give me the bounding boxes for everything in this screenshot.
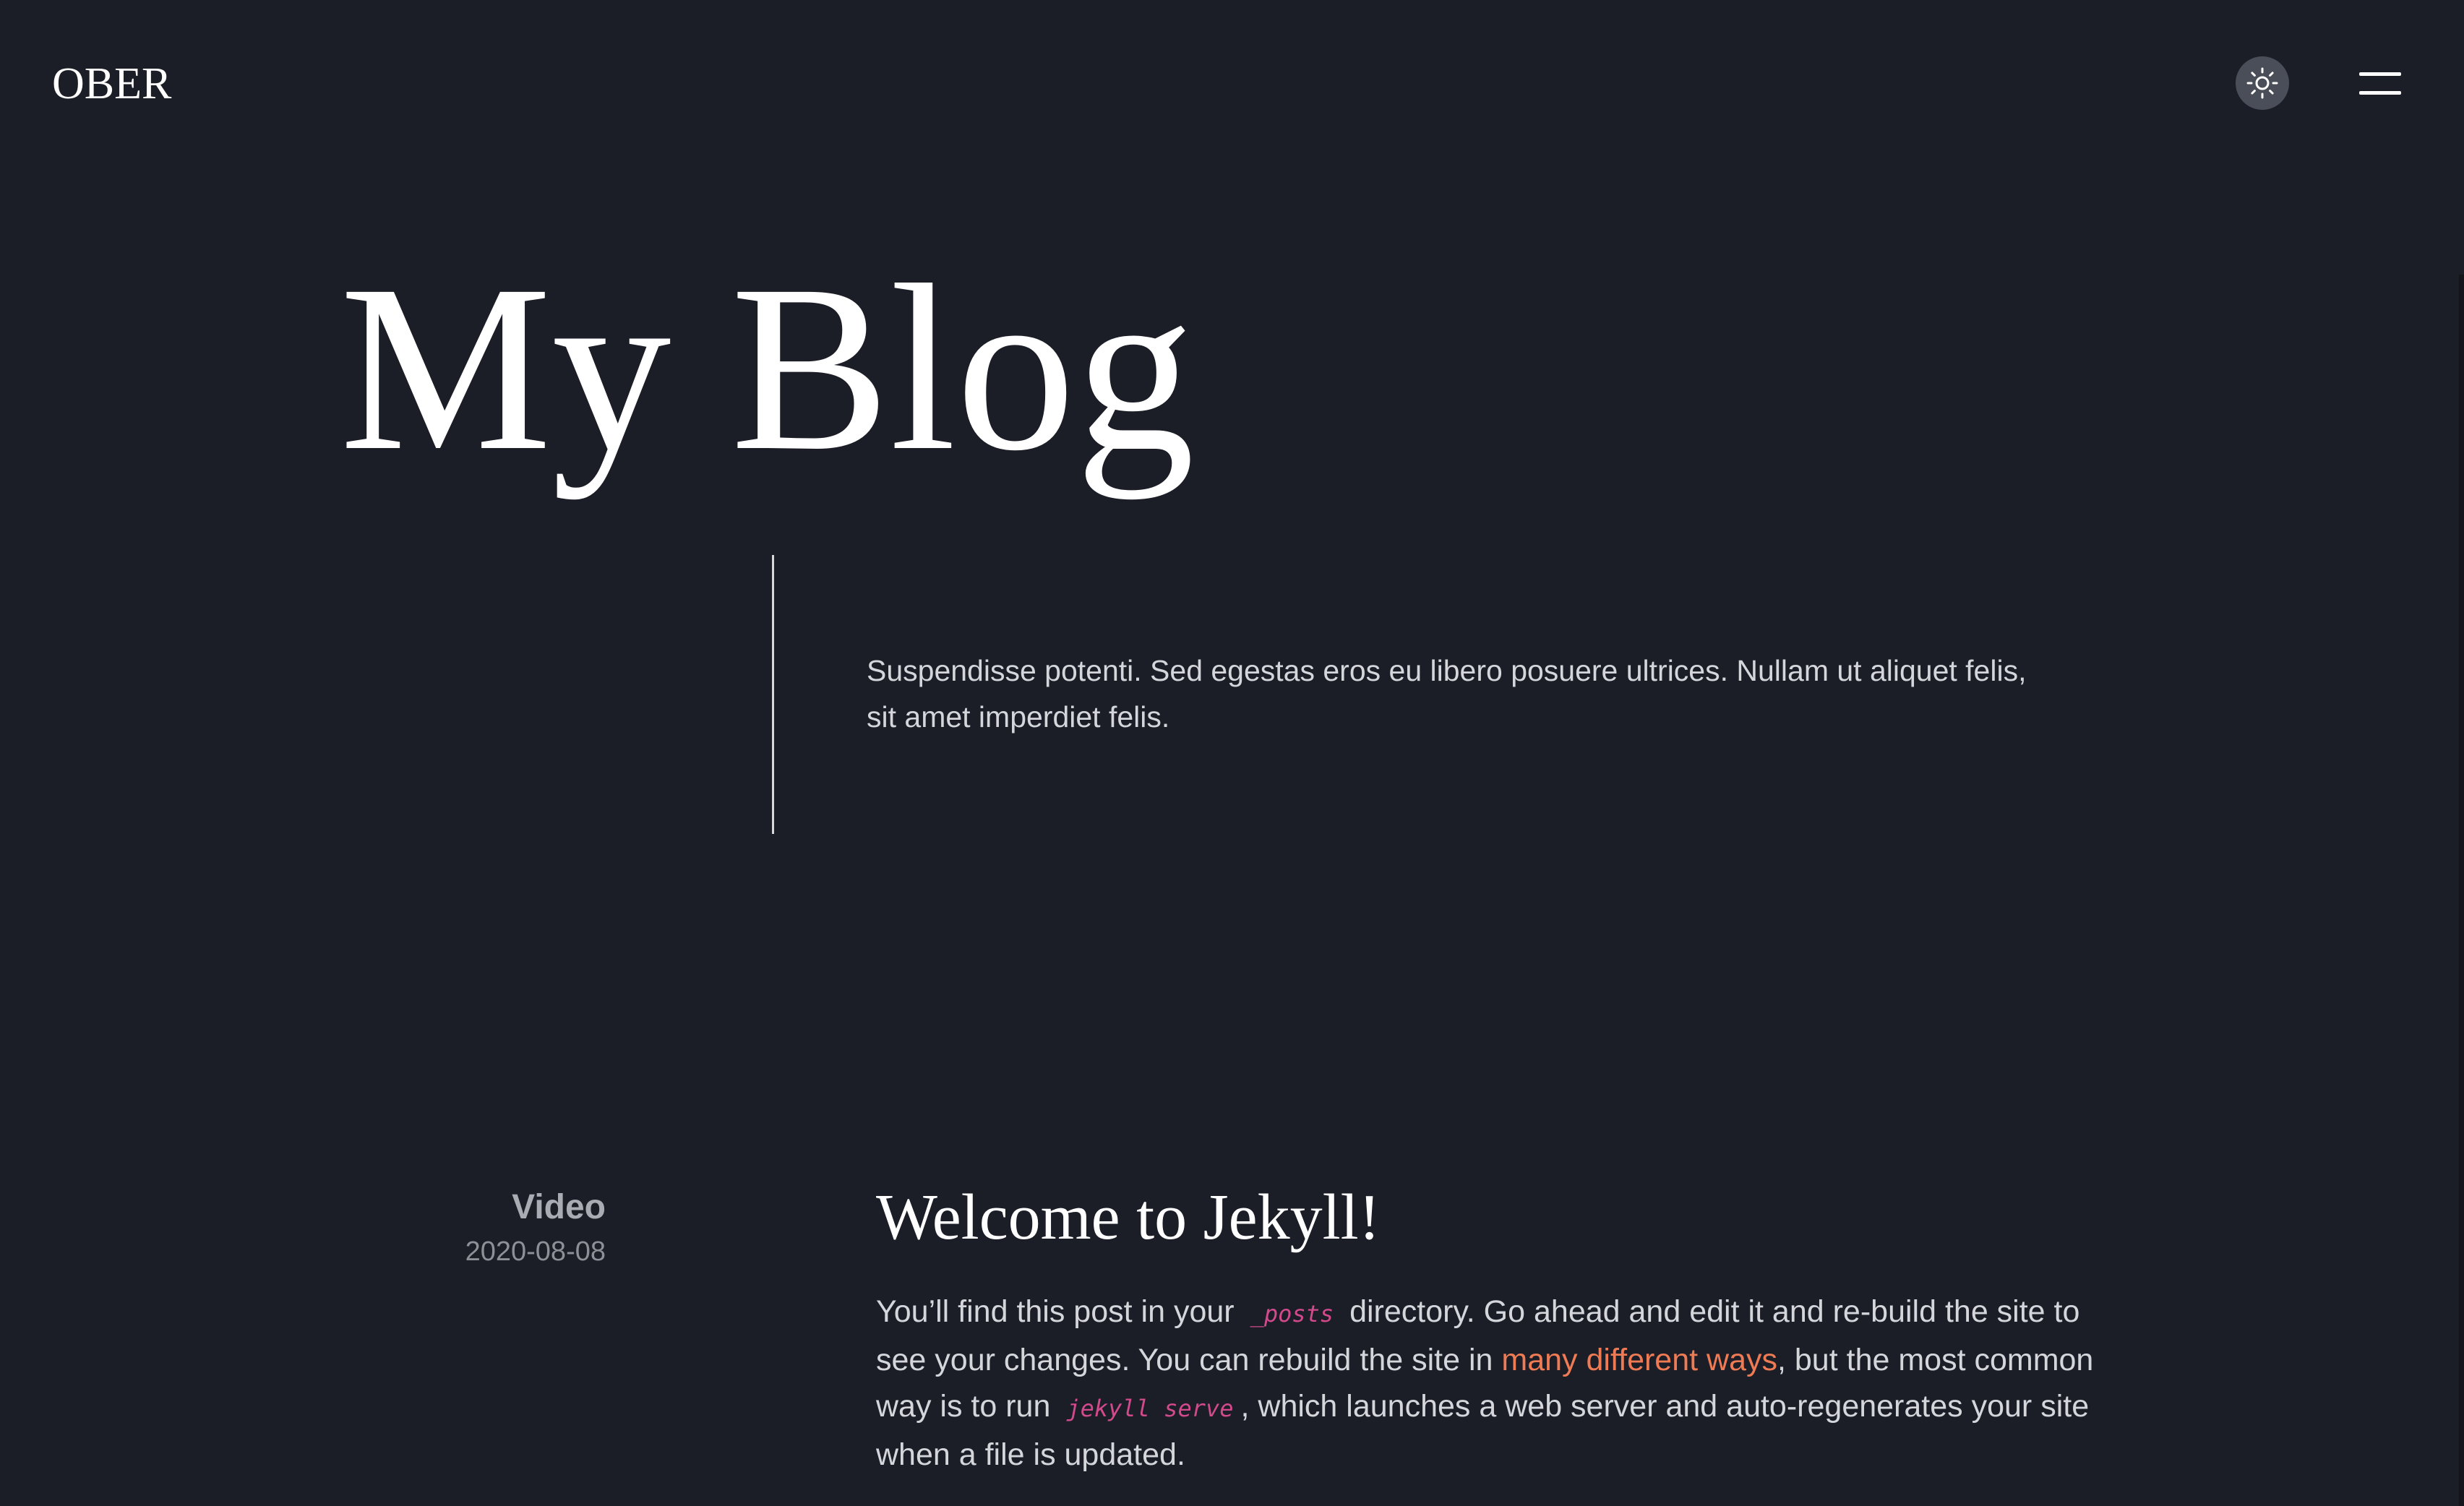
post-title[interactable]: Welcome to Jekyll! <box>876 1167 2119 1268</box>
menu-bar <box>2359 72 2401 76</box>
post-body: Welcome to Jekyll! You’ll find this post… <box>876 1167 2119 1478</box>
excerpt-text: You’ll find this post in your <box>876 1294 1235 1329</box>
menu-bar <box>2359 91 2401 95</box>
post-category[interactable]: Video <box>361 1182 606 1233</box>
sun-icon <box>2246 67 2278 99</box>
excerpt-text: , which launches a web server and auto-r… <box>876 1389 2090 1472</box>
scrollbar-track[interactable] <box>2459 275 2464 1506</box>
theme-toggle-button[interactable] <box>2236 56 2289 110</box>
post-meta: Video 2020-08-08 <box>361 1182 606 1270</box>
hero-divider <box>772 555 774 834</box>
inline-code-jekyll-serve: jekyll serve <box>1066 1395 1234 1422</box>
hamburger-menu-button[interactable] <box>2359 68 2401 98</box>
inline-code-posts: _posts <box>1250 1300 1334 1328</box>
site-logo[interactable]: OBER <box>52 55 171 113</box>
hero-description: Suspendisse potenti. Sed egestas eros eu… <box>867 654 2027 733</box>
page-title: My Blog <box>340 236 1195 500</box>
site-header: OBER <box>0 0 2464 166</box>
post-date: 2020-08-08 <box>465 1236 606 1267</box>
many-different-ways-link[interactable]: many different ways <box>1501 1343 1777 1377</box>
post-excerpt: You’ll find this post in your _posts dir… <box>876 1288 2119 1478</box>
